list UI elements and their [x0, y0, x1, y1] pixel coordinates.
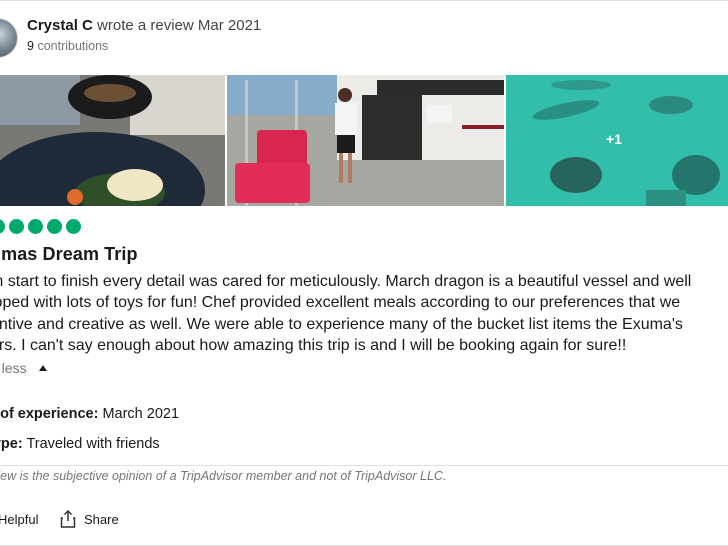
date-of-experience-value: March 2021	[102, 406, 180, 422]
date-of-experience: e of experience: March 2021	[0, 406, 179, 422]
review-body-line: ipped with lots of toys for fun! Chef pr…	[0, 294, 681, 312]
review-date-text: wrote a review Mar 2021	[97, 17, 262, 34]
trip-type-value: Traveled with friends	[26, 436, 160, 452]
share-label: Share	[84, 511, 119, 527]
review-photo-1[interactable]	[0, 75, 225, 206]
reviewer-name[interactable]: Crystal C	[27, 17, 93, 34]
trip-type-label: type:	[0, 436, 23, 452]
rating-bubbles	[0, 219, 81, 234]
review-disclaimer: review is the subjective opinion of a Tr…	[0, 469, 447, 483]
contributions-number: 9	[27, 39, 34, 53]
helpful-button[interactable]: Helpful	[0, 512, 38, 527]
review-photo-2[interactable]	[227, 75, 504, 206]
review-actions: Helpful Share	[0, 510, 728, 532]
review-title[interactable]: umas Dream Trip	[0, 244, 138, 265]
caret-up-icon	[38, 365, 47, 371]
rating-bubble-icon	[66, 219, 81, 234]
review-body-line: m start to finish every detail was cared…	[0, 273, 692, 290]
rating-bubble-icon	[47, 219, 62, 234]
breakfast-photo-image	[0, 75, 225, 206]
share-button[interactable]: Share	[60, 510, 119, 528]
review-body-line: ers. I can't say enough about how amazin…	[0, 336, 627, 354]
date-of-experience-label: e of experience:	[0, 406, 99, 422]
rating-bubble-icon	[28, 219, 43, 234]
share-icon	[60, 510, 76, 528]
contributions-count: 9 contributions	[27, 39, 108, 53]
review-body-line: entive and creative as well. We were abl…	[0, 315, 683, 333]
read-less-button[interactable]: d less	[0, 360, 47, 376]
luggage-photo-image	[227, 75, 504, 206]
trip-type: type: Traveled with friends	[0, 436, 160, 452]
review-photo-3[interactable]: +1	[506, 75, 728, 206]
reviewer-avatar[interactable]	[0, 18, 18, 58]
contributions-label: contributions	[37, 39, 109, 53]
review-photos: +1	[0, 75, 728, 206]
more-photos-count[interactable]: +1	[606, 131, 622, 147]
top-divider	[0, 0, 728, 1]
section-divider	[0, 465, 728, 466]
rating-bubble-icon	[0, 219, 5, 234]
rating-bubble-icon	[9, 219, 24, 234]
read-less-label: d less	[0, 360, 27, 376]
review-body: m start to finish every detail was cared…	[0, 271, 728, 356]
reviewer-header: Crystal C wrote a review Mar 2021	[27, 17, 261, 34]
